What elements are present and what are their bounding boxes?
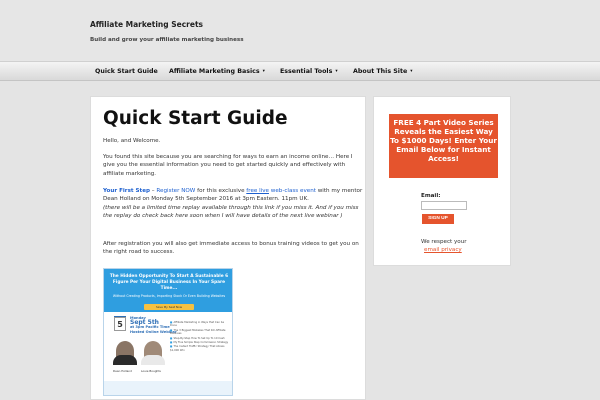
nav-item-label: Affiliate Marketing Basics [169,68,260,75]
email-field[interactable] [421,201,467,210]
presenter-photo-body [113,355,137,365]
banner-footer [104,381,232,395]
site-title[interactable]: Affiliate Marketing Secrets [90,20,203,29]
presenter-photo-body [141,355,165,365]
presenter-name: Dean Holland [113,369,132,373]
nav-item-label: Essential Tools [280,68,333,75]
nav-item-quick-start-guide[interactable]: Quick Start Guide [95,68,158,75]
nav-item-about-this-site[interactable]: About This Site ▾ [353,68,413,75]
web-class-event-link[interactable]: web-class event [271,188,316,194]
list-item: Step-By-Step How To Set Up To 10 Cash [170,337,230,340]
banner-headline: The Hidden Opportunity To Start A Sustai… [109,274,229,291]
register-now-link[interactable]: Register NOW [156,188,195,194]
main-content: Quick Start Guide Hello, and Welcome. Yo… [90,96,366,400]
replay-note: (there will be a limited time replay ava… [103,204,359,220]
banner-header: The Hidden Opportunity To Start A Sustai… [104,269,232,312]
nav-item-label: About This Site [353,68,408,75]
list-item: The Instant Traffic Strategy That Allows… [170,345,230,352]
optin-widget: FREE 4 Part Video Series Reveals the Eas… [373,96,511,266]
banner-subline: Without Creating Products, Importing Sto… [112,294,226,298]
intro-paragraph: You found this site because you are sear… [103,154,353,177]
sign-up-button[interactable]: SIGN UP [422,214,454,224]
chevron-down-icon: ▾ [335,69,338,74]
nav-item-label: Quick Start Guide [95,68,158,75]
list-item: Affiliate Marketing in Ways that Can be … [170,321,230,328]
chevron-down-icon: ▾ [262,69,265,74]
site-description: Build and grow your affiliate marketing … [90,37,244,43]
paragraph-text: for this exclusive [195,188,247,194]
chevron-down-icon: ▾ [410,69,413,74]
first-step-label: Your First Step [103,188,151,194]
email-label: Email: [421,193,441,199]
nav-item-essential-tools[interactable]: Essential Tools ▾ [280,68,338,75]
page-title: Quick Start Guide [103,108,288,129]
presenter-name: Louie Boughts [141,369,161,373]
webinar-banner-image[interactable]: The Hidden Opportunity To Start A Sustai… [103,268,233,396]
privacy-statement: We respect your [421,239,467,245]
main-navigation: Quick Start Guide Affiliate Marketing Ba… [0,61,600,81]
site-header: Affiliate Marketing Secrets Build and gr… [0,0,600,62]
banner-bullet-list: Affiliate Marketing in Ways that Can be … [170,321,230,353]
list-item: My Five Simple Step Commission Strategy [170,341,230,344]
after-registration-paragraph: After registration you will also get imm… [103,241,359,256]
banner-button: Save My Seat Now [144,304,194,310]
greeting-text: Hello, and Welcome. [103,138,161,144]
calendar-icon: 5 [114,317,126,331]
free-live-link[interactable]: free live [246,188,269,194]
email-privacy-link[interactable]: email privacy [424,247,462,253]
optin-headline: FREE 4 Part Video Series Reveals the Eas… [389,114,498,178]
list-item: The 3 Biggest Mistakes That Kill Affilia… [170,329,230,336]
first-step-paragraph: Your First Step – Register NOW for this … [103,187,365,221]
nav-item-affiliate-marketing-basics[interactable]: Affiliate Marketing Basics ▾ [169,68,265,75]
